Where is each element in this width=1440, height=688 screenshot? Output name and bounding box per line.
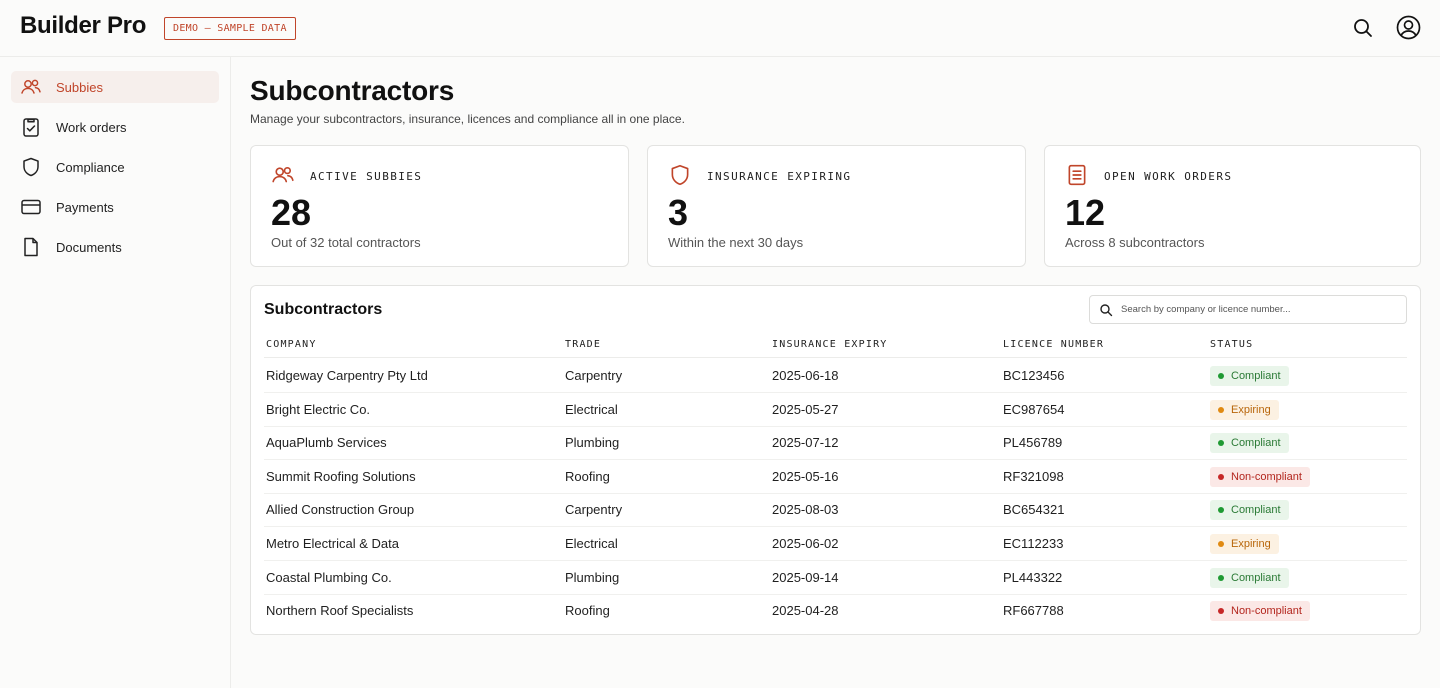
status-badge: Compliant [1210,500,1289,521]
cell-trade: Roofing [565,468,610,484]
stat-label: OPEN WORK ORDERS [1104,170,1233,183]
stat-label: ACTIVE SUBBIES [310,170,423,183]
table-row[interactable]: Ridgeway Carpentry Pty Ltd Carpentry 2025-… [264,359,1407,393]
account-icon[interactable] [1396,15,1421,40]
cell-trade: Electrical [565,401,618,417]
shield-icon [20,156,42,178]
sidebar-item-label: Documents [56,239,122,255]
sidebar-item-label: Payments [56,199,114,215]
cell-licence-number: PL456789 [1003,435,1063,451]
document-icon [20,236,42,258]
status-badge: Compliant [1210,433,1289,454]
sidebar-item-subbies[interactable]: Subbies [11,71,219,103]
cell-licence-number: EC987654 [1003,401,1065,417]
status-badge: Expiring [1210,534,1279,554]
cell-insurance-expiry: 2025-06-18 [772,368,839,383]
column-header-company[interactable]: COMPANY [266,339,317,350]
cell-licence-number: RF321098 [1003,468,1064,484]
stat-label: INSURANCE EXPIRING [707,170,852,183]
cell-company: Ridgeway Carpentry Pty Ltd [266,368,428,383]
stat-card-insurance-expiring: INSURANCE EXPIRING 3 Within the next 30 … [647,145,1026,267]
sidebar-item-compliance[interactable]: Compliance [11,151,219,183]
cell-licence-number: BC654321 [1003,502,1065,518]
table-row[interactable]: AquaPlumb Services Plumbing 2025-07-12 PL45… [264,426,1407,461]
sidebar-item-label: Subbies [56,79,103,95]
status-badge: Non-compliant [1210,466,1310,487]
table-row[interactable]: Metro Electrical & Data Electrical 2025-06… [264,527,1407,561]
subcontractors-table-card: Subcontractors COMPANY TRADE INSURANCE E… [250,285,1421,635]
stat-value: 28 [271,192,312,233]
status-badge: Compliant [1210,567,1289,588]
page-title: Subcontractors [250,75,455,106]
document-list-icon [1065,163,1089,187]
shield-icon [668,163,692,187]
cell-trade: Carpentry [565,368,623,383]
cell-company: AquaPlumb Services [266,435,387,451]
clipboard-icon [20,116,42,138]
status-badge: Non-compliant [1210,601,1310,622]
cell-licence-number: EC112233 [1003,536,1064,551]
column-header-status[interactable]: STATUS [1210,339,1253,350]
brand-logo[interactable]: Builder Pro [20,12,146,40]
cell-licence-number: RF667788 [1003,603,1064,619]
table-header: COMPANY TRADE INSURANCE EXPIRY LICENCE N… [264,335,1407,358]
top-bar: Builder Pro DEMO — SAMPLE DATA [0,0,1440,57]
sidebar-item-payments[interactable]: Payments [11,191,219,223]
users-icon [271,163,295,187]
stat-note: Out of 32 total contractors [271,235,421,250]
sidebar-item-work-orders[interactable]: Work orders [11,111,219,143]
table-row[interactable]: Bright Electric Co. Electrical 2025-05-27 E… [264,393,1407,427]
table-row[interactable]: Coastal Plumbing Co. Plumbing 2025-09-14 PL… [264,561,1407,595]
stat-card-active-subbies: ACTIVE SUBBIES 28 Out of 32 total contra… [250,145,629,267]
column-header-trade[interactable]: TRADE [565,339,601,350]
cell-licence-number: BC123456 [1003,368,1065,383]
column-header-insurance-expiry[interactable]: INSURANCE EXPIRY [772,339,888,350]
users-icon [20,76,42,98]
search-icon [1099,303,1113,317]
column-header-licence-number[interactable]: LICENCE NUMBER [1003,339,1104,350]
cell-insurance-expiry: 2025-06-02 [772,536,839,551]
cell-insurance-expiry: 2025-09-14 [772,569,839,585]
search-icon[interactable] [1351,16,1375,40]
stat-card-open-work-orders: OPEN WORK ORDERS 12 Across 8 subcontract… [1044,145,1421,267]
sidebar-item-documents[interactable]: Documents [11,231,219,263]
cell-company: Bright Electric Co. [266,401,371,417]
cell-licence-number: PL443322 [1003,569,1063,585]
table-title: Subcontractors [264,301,383,318]
sidebar: Subbies Work orders Compliance Payments … [0,57,231,688]
cell-insurance-expiry: 2025-07-12 [772,435,839,451]
cell-trade: Roofing [565,603,610,619]
cell-insurance-expiry: 2025-05-16 [772,468,839,484]
table-row[interactable]: Allied Construction Group Carpentry 2025-0… [264,493,1407,528]
cell-insurance-expiry: 2025-08-03 [772,502,839,518]
cell-trade: Plumbing [565,569,620,585]
search-input[interactable] [1121,304,1401,315]
stat-note: Within the next 30 days [668,235,804,250]
cell-company: Allied Construction Group [266,502,415,518]
page-subtitle: Manage your subcontractors, insurance, l… [250,112,685,126]
search-field[interactable] [1089,295,1407,324]
cell-company: Metro Electrical & Data [266,536,399,551]
credit-card-icon [20,196,42,218]
sidebar-item-label: Compliance [56,159,125,175]
stat-note: Across 8 subcontractors [1065,235,1205,250]
cell-trade: Electrical [565,536,618,551]
demo-badge: DEMO — SAMPLE DATA [164,17,296,40]
cell-insurance-expiry: 2025-05-27 [772,401,839,417]
status-badge: Compliant [1210,366,1289,386]
sidebar-item-label: Work orders [56,119,127,135]
cell-trade: Carpentry [565,502,623,518]
stat-value: 12 [1065,192,1106,233]
stat-value: 3 [668,192,689,233]
status-badge: Expiring [1210,399,1279,420]
cell-company: Northern Roof Specialists [266,603,414,619]
cell-trade: Plumbing [565,435,620,451]
table-row[interactable]: Summit Roofing Solutions Roofing 2025-05-1… [264,460,1407,494]
main-content: Subcontractors Manage your subcontractor… [231,57,1440,688]
cell-company: Summit Roofing Solutions [266,468,416,484]
cell-insurance-expiry: 2025-04-28 [772,603,839,619]
table-row[interactable]: Northern Roof Specialists Roofing 2025-04-… [264,594,1407,628]
cell-company: Coastal Plumbing Co. [266,569,392,585]
